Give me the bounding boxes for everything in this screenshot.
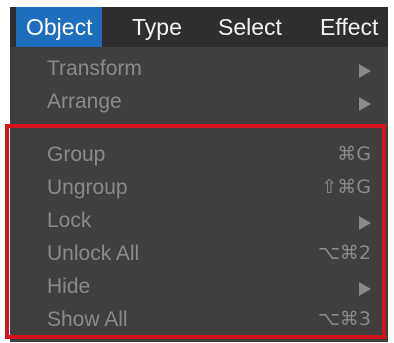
menu-item-group[interactable]: Group ⌘G xyxy=(10,138,388,171)
menu-item-label: Lock xyxy=(47,209,92,232)
menu-item-arrange[interactable]: Arrange xyxy=(10,85,388,118)
menu-item-label: Unlock All xyxy=(47,242,140,265)
object-dropdown-menu: Transform Arrange Group ⌘G Ungroup ⇧⌘G L… xyxy=(10,47,388,342)
menu-item-label: Hide xyxy=(47,275,91,298)
menu-separator xyxy=(10,124,388,125)
shortcut-label: ⇧⌘G xyxy=(321,176,371,198)
menu-select[interactable]: Select xyxy=(208,7,292,47)
shortcut-label: ⌥⌘2 xyxy=(318,242,371,264)
submenu-arrow-icon xyxy=(359,282,371,296)
menu-item-hide[interactable]: Hide xyxy=(10,270,388,303)
menu-item-label: Transform xyxy=(47,57,142,80)
menu-item-label: Group xyxy=(47,143,106,166)
submenu-arrow-icon xyxy=(359,64,371,78)
menu-type[interactable]: Type xyxy=(122,7,192,47)
menu-item-label: Show All xyxy=(47,308,128,331)
submenu-arrow-icon xyxy=(359,97,371,111)
shortcut-label: ⌘G xyxy=(337,143,371,165)
shortcut-label: ⌥⌘3 xyxy=(318,308,371,330)
menu-item-label: Ungroup xyxy=(47,176,128,199)
menu-item-ungroup[interactable]: Ungroup ⇧⌘G xyxy=(10,171,388,204)
menu-item-lock[interactable]: Lock xyxy=(10,204,388,237)
menubar: Object Type Select Effect xyxy=(10,7,388,47)
menu-item-unlock-all[interactable]: Unlock All ⌥⌘2 xyxy=(10,237,388,270)
menu-item-show-all[interactable]: Show All ⌥⌘3 xyxy=(10,303,388,336)
menu-item-transform[interactable]: Transform xyxy=(10,52,388,85)
menu-effect[interactable]: Effect xyxy=(310,7,388,47)
menu-item-label: Arrange xyxy=(47,90,122,113)
submenu-arrow-icon xyxy=(359,216,371,230)
menu-object[interactable]: Object xyxy=(16,7,103,47)
